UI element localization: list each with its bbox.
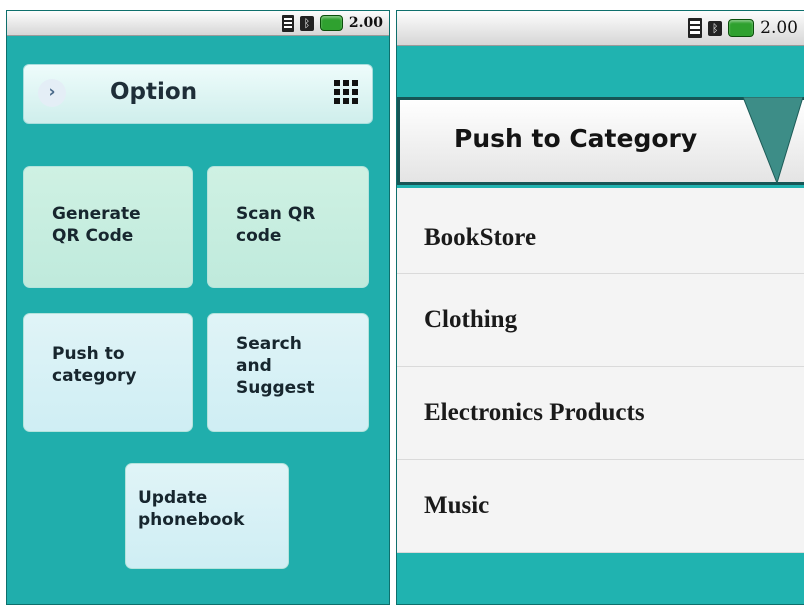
category-screen: ᛒ 2.00 Push to Category BookStore Clothi… [396, 10, 804, 605]
category-header[interactable]: Push to Category [397, 97, 804, 185]
tile-label: Search and Suggest [236, 334, 315, 398]
status-icons: ᛒ 2.00 [688, 11, 798, 45]
tile-label: Scan QR code [236, 204, 316, 246]
signal-icon [281, 14, 294, 32]
status-time: 2.00 [760, 18, 798, 38]
dropdown-arrow-icon[interactable] [743, 97, 803, 185]
back-button[interactable]: › [38, 79, 66, 107]
tile-label: Push to category [52, 344, 137, 386]
battery-icon [319, 15, 343, 31]
category-item-bookstore[interactable]: BookStore [397, 188, 804, 274]
generate-qr-code-button[interactable]: Generate QR Code [23, 166, 193, 288]
tile-label: Update phonebook [138, 488, 245, 530]
category-list: BookStore Clothing Electronics Products … [397, 188, 804, 553]
option-screen: ᛒ 2.00 › Option Generate QR Code Scan QR… [6, 10, 390, 605]
search-and-suggest-button[interactable]: Search and Suggest [207, 313, 369, 432]
category-item-music[interactable]: Music [397, 460, 804, 553]
push-to-category-button[interactable]: Push to category [23, 313, 193, 432]
bluetooth-icon: ᛒ [299, 15, 314, 31]
option-header: › Option [23, 64, 373, 124]
status-icons: ᛒ 2.00 [281, 11, 383, 35]
chevron-right-icon: › [48, 82, 56, 102]
grid-menu-icon[interactable] [334, 80, 358, 104]
scan-qr-code-button[interactable]: Scan QR code [207, 166, 369, 288]
bluetooth-icon: ᛒ [708, 20, 723, 36]
update-phonebook-button[interactable]: Update phonebook [125, 463, 289, 569]
page-title: Option [110, 79, 198, 105]
status-time: 2.00 [348, 15, 383, 31]
category-item-electronics-products[interactable]: Electronics Products [397, 367, 804, 460]
battery-icon [728, 19, 755, 37]
page-title: Push to Category [454, 124, 698, 153]
tile-label: Generate QR Code [52, 204, 141, 246]
status-bar: ᛒ 2.00 [7, 11, 389, 36]
category-item-clothing[interactable]: Clothing [397, 274, 804, 367]
signal-icon [688, 18, 703, 38]
status-bar: ᛒ 2.00 [397, 11, 804, 46]
